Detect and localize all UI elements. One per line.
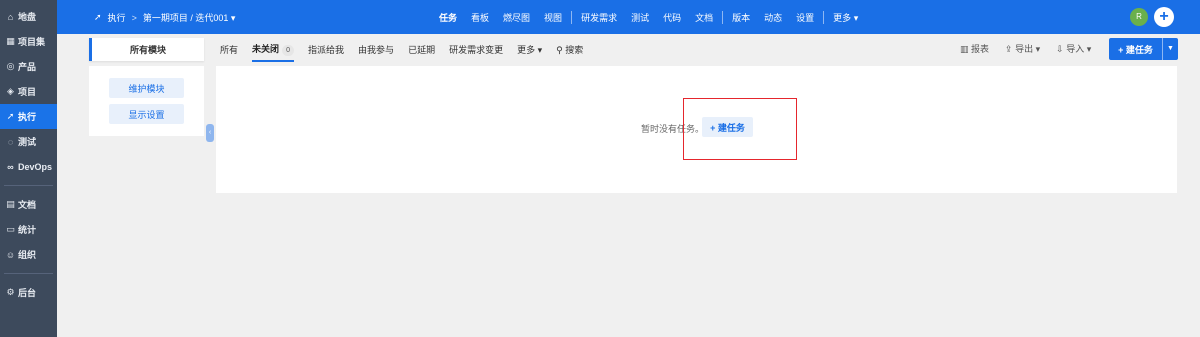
sidebar-item-label: 项目集	[18, 37, 46, 47]
sidebar-item-doc[interactable]: ▤ 文档	[0, 192, 57, 217]
sidebar-item-programs[interactable]: ▦ 项目集	[0, 29, 57, 54]
avatar[interactable]: R	[1130, 8, 1148, 26]
breadcrumb: ➚ 执行 > 第一期项目 / 迭代001 ▾	[94, 11, 235, 24]
chevron-down-icon[interactable]: ▼	[1162, 38, 1178, 60]
execution-icon: ➚	[6, 111, 15, 121]
nav-kanban[interactable]: 看板	[471, 11, 489, 24]
export-icon: ⇪	[1005, 44, 1013, 54]
nav-burndown[interactable]: 燃尽图	[503, 11, 530, 24]
chevron-down-icon: ▾	[853, 13, 859, 23]
sidebar-item-label: 后台	[18, 288, 37, 298]
sidebar-item-label: 测试	[18, 137, 37, 147]
admin-icon: ⚙	[6, 287, 15, 297]
left-sidebar: ⌂ 地盘 ▦ 项目集 ◎ 产品 ◈ 项目 ➚ 执行 ◌ 测试 ∞ DevOps ▤ 文档 ▭ 统计…	[0, 0, 57, 337]
org-icon: ☺	[5, 249, 16, 260]
chevron-down-icon: ▾	[1086, 44, 1092, 54]
module-tab[interactable]: 所有模块	[89, 38, 204, 61]
sidebar-item-stats[interactable]: ▭ 统计	[0, 217, 57, 242]
search-toggle[interactable]: ⚲ 搜索	[556, 43, 583, 56]
maintain-module-button[interactable]: 维护模块	[109, 78, 184, 98]
nav-test[interactable]: 测试	[631, 11, 649, 24]
filter-assigned-to-me[interactable]: 指派给我	[308, 43, 344, 56]
execution-icon: ➚	[94, 12, 102, 22]
sidebar-item-label: 文档	[18, 200, 37, 210]
sidebar-item-label: DevOps	[18, 161, 53, 172]
nav-dynamic[interactable]: 动态	[764, 11, 782, 24]
right-tools: ▥ 报表 ⇪ 导出 ▾ ⇩ 导入 ▾	[960, 42, 1107, 55]
project-icon: ◈	[7, 86, 14, 96]
new-task-button[interactable]: + 建任务 ▼	[1109, 38, 1178, 60]
nav-build[interactable]: 版本	[732, 11, 750, 24]
highlight-box	[683, 98, 797, 160]
nav-settings[interactable]: 设置	[796, 11, 814, 24]
breadcrumb-separator: >	[131, 12, 137, 23]
chevron-down-icon: ▾	[230, 13, 236, 23]
global-create-button[interactable]: +	[1154, 7, 1174, 27]
breadcrumb-execution-switcher[interactable]: 第一期项目 / 迭代001 ▾	[143, 11, 236, 24]
filter-story-change[interactable]: 研发需求变更	[449, 43, 503, 56]
sidebar-item-dashboard[interactable]: ⌂ 地盘	[0, 4, 57, 29]
sidebar-item-execution[interactable]: ➚ 执行	[0, 104, 57, 129]
filter-tabs: 所有 未关闭 0 指派给我 由我参与 已延期 研发需求变更 更多 ▾ ⚲ 搜索	[220, 38, 597, 62]
sidebar-item-product[interactable]: ◎ 产品	[0, 54, 57, 79]
bar-chart-icon: ▥	[960, 44, 969, 54]
sidebar-item-label: 产品	[18, 62, 37, 72]
execution-nav: 任务 看板 燃尽图 视图 研发需求 测试 代码 文档 版本 动态 设置 更多 ▾	[432, 11, 865, 24]
export-button[interactable]: ⇪ 导出 ▾	[1005, 42, 1040, 55]
sidebar-divider	[4, 185, 53, 186]
nav-view[interactable]: 视图	[544, 11, 562, 24]
nav-task[interactable]: 任务	[439, 11, 457, 24]
sidebar-item-label: 项目	[18, 87, 37, 97]
chevron-down-icon: ▾	[537, 44, 543, 55]
filter-delayed[interactable]: 已延期	[408, 43, 435, 56]
sidebar-item-test[interactable]: ◌ 测试	[0, 129, 57, 154]
sidebar-item-project[interactable]: ◈ 项目	[0, 79, 57, 104]
nav-doc[interactable]: 文档	[695, 11, 713, 24]
import-button[interactable]: ⇩ 导入 ▾	[1056, 42, 1091, 55]
breadcrumb-root[interactable]: 执行	[108, 11, 126, 24]
new-task-label[interactable]: + 建任务	[1109, 43, 1162, 56]
doc-icon: ▤	[6, 199, 15, 209]
sidebar-item-devops[interactable]: ∞ DevOps	[0, 154, 57, 179]
display-settings-button[interactable]: 显示设置	[109, 104, 184, 124]
nav-divider	[571, 11, 573, 24]
nav-divider	[823, 11, 825, 24]
sidebar-item-label: 组织	[18, 250, 37, 260]
chevron-down-icon: ▾	[1035, 44, 1041, 54]
filter-involved[interactable]: 由我参与	[358, 43, 394, 56]
chevron-left-icon: ‹	[208, 129, 212, 136]
devops-icon: ∞	[7, 161, 14, 172]
count-badge: 0	[282, 45, 295, 56]
nav-more[interactable]: 更多 ▾	[833, 11, 858, 24]
sidebar-item-org[interactable]: ☺ 组织	[0, 242, 57, 267]
sidebar-divider	[4, 273, 53, 274]
filter-all[interactable]: 所有	[220, 43, 238, 56]
module-panel: 维护模块 显示设置	[89, 66, 204, 136]
test-icon: ◌	[7, 136, 14, 147]
report-button[interactable]: ▥ 报表	[960, 42, 989, 55]
nav-code[interactable]: 代码	[663, 11, 681, 24]
filter-unclosed[interactable]: 未关闭 0	[252, 42, 295, 62]
grid-icon: ▦	[6, 36, 15, 46]
sidebar-item-label: 统计	[18, 225, 37, 235]
plus-icon: +	[1159, 8, 1169, 25]
home-icon: ⌂	[7, 11, 14, 22]
sidebar-item-label: 地盘	[18, 12, 37, 22]
import-icon: ⇩	[1056, 44, 1064, 54]
nav-divider	[722, 11, 724, 24]
filter-more[interactable]: 更多 ▾	[517, 43, 542, 56]
product-icon: ◎	[6, 61, 15, 71]
top-bar: ➚ 执行 > 第一期项目 / 迭代001 ▾ 任务 看板 燃尽图 视图 研发需求…	[57, 0, 1200, 34]
search-icon: ⚲	[556, 44, 563, 55]
stats-icon: ▭	[6, 224, 15, 234]
collapse-sidebar-handle[interactable]: ‹	[206, 124, 214, 142]
sidebar-item-label: 执行	[18, 112, 37, 122]
sidebar-item-admin[interactable]: ⚙ 后台	[0, 280, 57, 305]
nav-story[interactable]: 研发需求	[581, 11, 617, 24]
